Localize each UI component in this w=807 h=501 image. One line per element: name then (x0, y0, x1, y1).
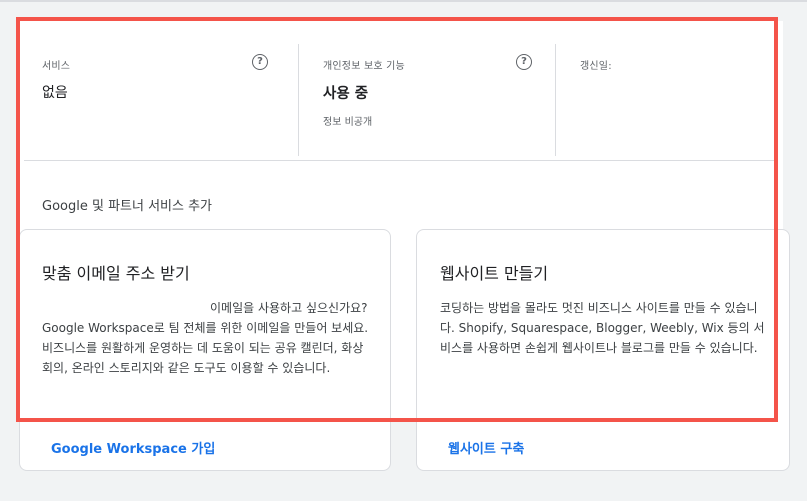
section-title: Google 및 파트너 서비스 추가 (42, 199, 213, 214)
card-description: 이메일을 사용하고 싶으신가요? Google Workspace로 팀 전체를… (42, 301, 369, 375)
domain-summary: 서비스 ? 없음 개인정보 보호 기능 ? 사용 중 정보 비공개 갱신일: (24, 24, 778, 161)
google-workspace-signup-link[interactable]: Google Workspace 가입 (51, 438, 215, 457)
card-title: 맞춤 이메일 주소 받기 (42, 264, 190, 283)
privacy-subvalue: 정보 비공개 (323, 117, 373, 128)
privacy-value: 사용 중 (323, 86, 369, 102)
help-circle-icon[interactable]: ? (516, 54, 532, 70)
top-divider (0, 0, 807, 2)
privacy-column: 개인정보 보호 기능 ? 사용 중 정보 비공개 (298, 44, 541, 156)
renewal-column: 갱신일: (555, 44, 776, 156)
service-label: 서비스 (42, 61, 71, 72)
build-website-link[interactable]: 웹사이트 구축 (448, 438, 524, 457)
card-title: 웹사이트 만들기 (440, 264, 549, 283)
help-circle-icon[interactable]: ? (252, 54, 268, 70)
renewal-label: 갱신일: (580, 61, 612, 72)
email-card: 맞춤 이메일 주소 받기 이메일을 사용하고 싶으신가요? Google Wor… (19, 229, 391, 471)
service-column: 서비스 ? 없음 (42, 44, 275, 156)
website-card: 웹사이트 만들기 코딩하는 방법을 몰라도 멋진 비즈니스 사이트를 만들 수 … (416, 229, 790, 471)
privacy-label: 개인정보 보호 기능 (323, 61, 405, 72)
card-description: 코딩하는 방법을 몰라도 멋진 비즈니스 사이트를 만들 수 있습니다. Sho… (440, 301, 765, 355)
service-value: 없음 (42, 85, 68, 101)
